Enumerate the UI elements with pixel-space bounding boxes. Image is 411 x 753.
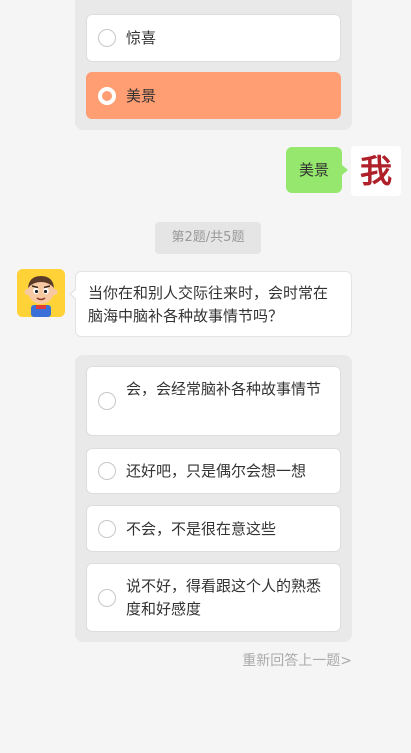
cartoon-boy-avatar-icon (17, 269, 65, 317)
radio-selected-icon (98, 86, 116, 105)
radio-circle-icon (98, 392, 116, 410)
option-jingxi[interactable]: 惊喜 (86, 14, 341, 62)
radio-circle-icon (98, 29, 116, 47)
user-avatar-text: 我 (359, 152, 392, 190)
option-label: 美景 (126, 87, 157, 105)
option-3[interactable]: 不会，不是很在意这些 (86, 505, 341, 552)
user-reply-bubble: 美景 (286, 147, 348, 193)
radio-circle-icon (98, 519, 116, 538)
current-options-panel: 会，会经常脑补各种故事情节 还好吧，只是偶尔会想一想 不会，不是很在意这些 说不… (75, 355, 352, 642)
option-1[interactable]: 会，会经常脑补各种故事情节 (86, 366, 341, 436)
bot-message-bubble: 当你在和别人交际往来时，会时常在脑海中脑补各种故事情节吗？ (69, 271, 352, 337)
option-label: 不会，不是很在意这些 (126, 520, 277, 538)
user-avatar: 我 (351, 146, 401, 196)
option-label: 还好吧，只是偶尔会想一想 (126, 462, 307, 480)
redo-previous-link[interactable]: 重新回答上一题> (242, 651, 352, 671)
radio-circle-icon (98, 462, 116, 480)
option-2[interactable]: 还好吧，只是偶尔会想一想 (86, 448, 341, 494)
question-progress-badge: 第2题/共5题 (155, 222, 261, 254)
user-reply-text: 美景 (298, 161, 329, 179)
option-label: 会，会经常脑补各种故事情节 (126, 380, 322, 398)
radio-circle-icon (98, 588, 116, 607)
option-meijing-selected[interactable]: 美景 (86, 72, 341, 119)
option-4[interactable]: 说不好，得看跟这个人的熟悉度和好感度 (86, 563, 341, 632)
previous-options-panel: 惊喜 美景 (75, 0, 352, 130)
option-label: 说不好，得看跟这个人的熟悉度和好感度 (126, 577, 322, 618)
option-label: 惊喜 (126, 29, 157, 47)
bot-message-text: 当你在和别人交际往来时，会时常在脑海中脑补各种故事情节吗？ (88, 284, 329, 325)
